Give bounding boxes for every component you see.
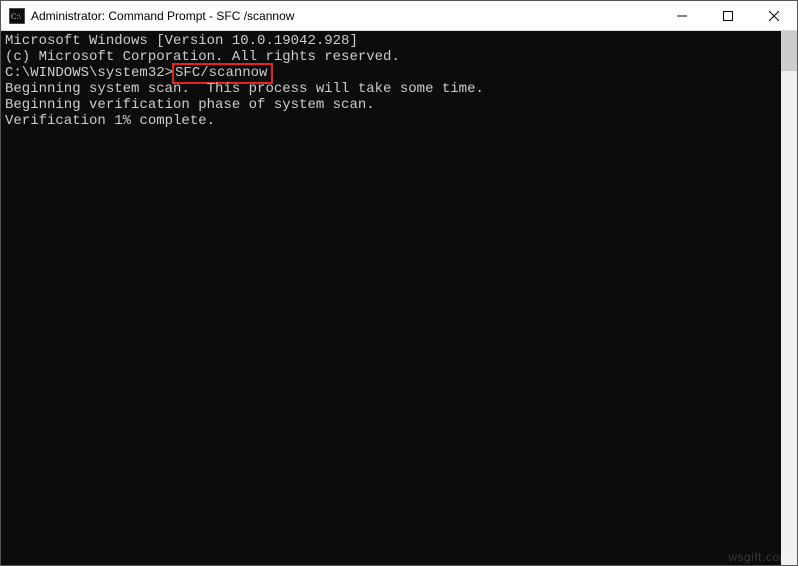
- close-button[interactable]: [751, 1, 797, 31]
- window-controls: [659, 1, 797, 30]
- output-line: Beginning verification phase of system s…: [5, 97, 777, 113]
- titlebar[interactable]: C:\ Administrator: Command Prompt - SFC …: [1, 1, 797, 31]
- minimize-button[interactable]: [659, 1, 705, 31]
- terminal-container: Microsoft Windows [Version 10.0.19042.92…: [1, 31, 797, 565]
- output-line: Microsoft Windows [Version 10.0.19042.92…: [5, 33, 777, 49]
- vertical-scrollbar[interactable]: [781, 31, 797, 565]
- svg-text:C:\: C:\: [11, 12, 22, 21]
- prompt-path: C:\WINDOWS\system32>: [5, 65, 173, 81]
- prompt-line: C:\WINDOWS\system32>SFC/scannow: [5, 65, 777, 81]
- watermark-text: wsgift.com: [728, 550, 790, 564]
- output-line: (c) Microsoft Corporation. All rights re…: [5, 49, 777, 65]
- terminal-output[interactable]: Microsoft Windows [Version 10.0.19042.92…: [1, 31, 781, 565]
- command-prompt-window: C:\ Administrator: Command Prompt - SFC …: [0, 0, 798, 566]
- output-line: Verification 1% complete.: [5, 113, 777, 129]
- output-line: Beginning system scan. This process will…: [5, 81, 777, 97]
- window-title: Administrator: Command Prompt - SFC /sca…: [31, 9, 659, 23]
- cmd-icon: C:\: [9, 8, 25, 24]
- maximize-button[interactable]: [705, 1, 751, 31]
- scrollbar-thumb[interactable]: [781, 31, 797, 71]
